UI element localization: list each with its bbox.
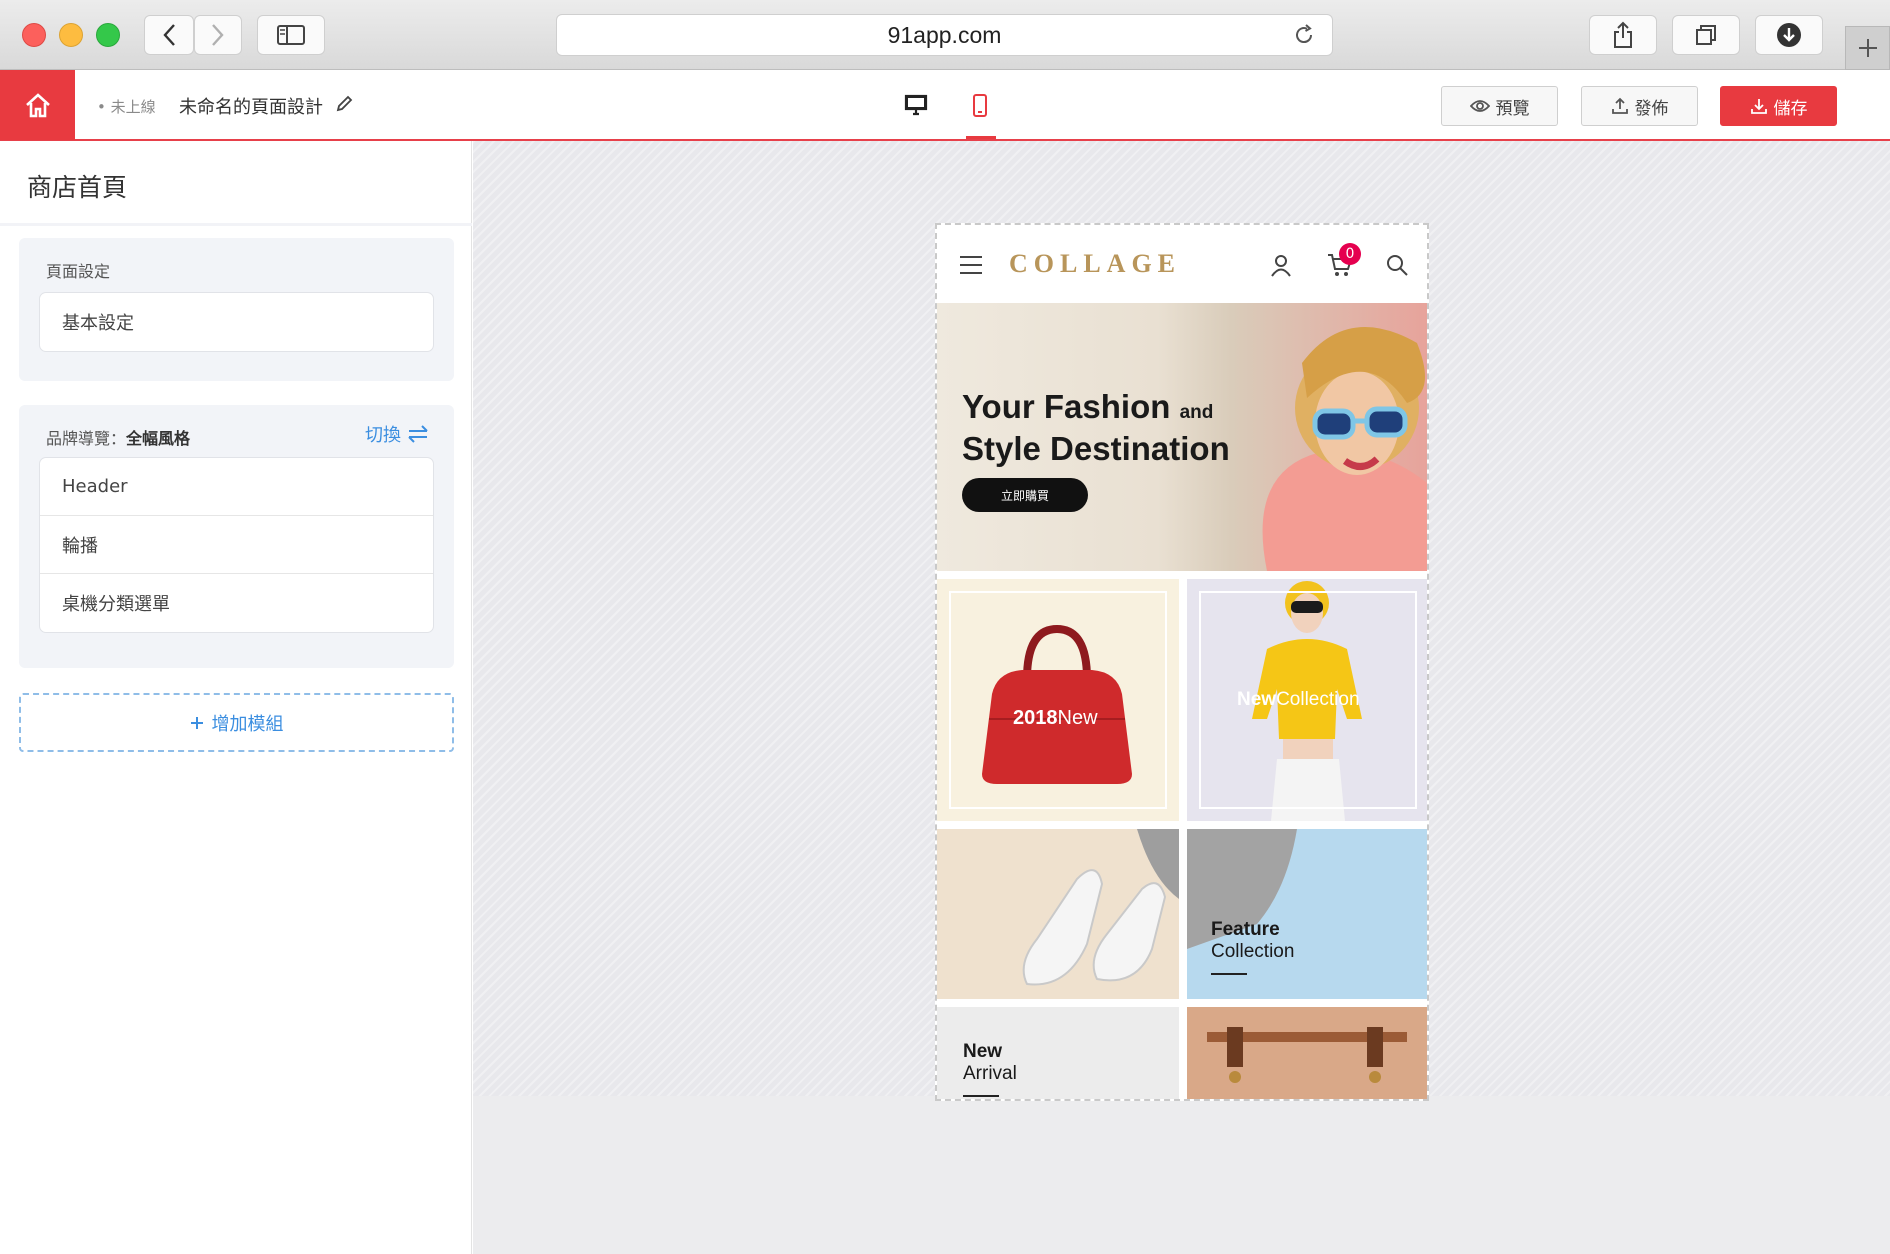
brand-nav-style: 全幅風格 (126, 429, 191, 448)
zoom-window-button[interactable] (96, 23, 120, 47)
page-name: 未命名的頁面設計 (179, 97, 323, 118)
edit-name-icon[interactable] (336, 94, 354, 116)
sidebar-icon (277, 25, 305, 45)
sidebar: 商店首頁 頁面設定 基本設定 品牌導覽：全幅風格 切換 Header 輪播 桌機… (0, 141, 472, 1254)
preview-header: COLLAGE 0 (937, 225, 1427, 303)
promo-tile-2018-new[interactable]: 2018New (937, 579, 1179, 821)
hero-title: Your Fashion and Style Destination (962, 389, 1230, 467)
page-settings-card: 基本設定 (39, 292, 434, 352)
search-icon[interactable] (1385, 253, 1409, 281)
chevron-right-icon (212, 24, 224, 46)
hero-line-1: Your Fashion (962, 388, 1171, 425)
downloads-button[interactable] (1755, 15, 1823, 55)
promo-tile-leather-bag[interactable] (1187, 1007, 1427, 1099)
tile-label-light: Arrival (963, 1063, 1017, 1084)
mobile-preview[interactable]: COLLAGE 0 Your Fashion and Style Destina… (935, 223, 1429, 1101)
divider (0, 223, 472, 226)
forward-button[interactable] (194, 15, 242, 55)
sidebar-toggle-button[interactable] (257, 15, 325, 55)
address-bar[interactable]: 91app.com (556, 14, 1333, 56)
tile-feature-collection-label: Feature Collection (1211, 919, 1294, 963)
shop-now-button[interactable]: 立即購買 (962, 478, 1088, 512)
browser-toolbar: 91app.com (0, 0, 1890, 70)
tile-label-light: New (1057, 707, 1098, 729)
canvas-footer (473, 1096, 1890, 1254)
preview-label: 預覽 (1495, 98, 1530, 119)
brand-nav-panel: 品牌導覽：全幅風格 切換 Header 輪播 桌機分類選單 (19, 405, 454, 668)
publish-status: • 未上線 (97, 98, 156, 116)
page-settings-panel: 頁面設定 基本設定 (19, 238, 454, 381)
menu-icon[interactable] (959, 255, 983, 279)
switch-style-button[interactable]: 切換 (365, 421, 429, 447)
add-module-button[interactable]: 增加模組 (19, 693, 454, 752)
hero-and: and (1179, 402, 1214, 423)
publish-button[interactable]: 發佈 (1581, 86, 1698, 126)
switch-label: 切換 (365, 425, 401, 446)
mobile-view-icon[interactable] (972, 94, 988, 122)
eye-icon (1469, 100, 1490, 112)
promo-tile-new-arrival[interactable]: New Arrival (937, 1007, 1179, 1099)
tile-new-collection-label: NewCollection (1237, 689, 1360, 711)
close-window-button[interactable] (22, 23, 46, 47)
module-item-desktop-category-menu[interactable]: 桌機分類選單 (40, 574, 433, 632)
brand-nav-card: Header 輪播 桌機分類選單 (39, 457, 434, 633)
editor-header: • 未上線 未命名的頁面設計 預覽 發佈 儲存 (0, 70, 1890, 141)
sneakers-image (1022, 829, 1179, 986)
underline-accent (963, 1095, 999, 1097)
save-label: 儲存 (1773, 98, 1808, 119)
tabs-icon (1696, 25, 1716, 45)
plus-icon (1858, 39, 1877, 57)
tile-label-bold: New (1237, 689, 1277, 710)
user-icon[interactable] (1269, 253, 1293, 281)
sidebar-title: 商店首頁 (27, 173, 128, 202)
cart-count-badge: 0 (1339, 243, 1361, 265)
underline-accent (1211, 973, 1247, 975)
basic-settings-item[interactable]: 基本設定 (40, 293, 433, 351)
home-icon (25, 93, 50, 118)
back-button[interactable] (144, 15, 194, 55)
url-text: 91app.com (887, 21, 1002, 48)
tabs-overview-button[interactable] (1672, 15, 1740, 55)
save-button[interactable]: 儲存 (1720, 86, 1837, 126)
page-settings-label: 頁面設定 (46, 262, 111, 281)
promo-tile-new-collection[interactable]: NewCollection (1187, 579, 1427, 821)
browser-window: 91app.com • 未上線 未命名的頁面設計 預覽 發佈 儲存 商店首頁 頁… (0, 0, 1890, 1254)
preview-button[interactable]: 預覽 (1441, 86, 1558, 126)
module-item-header[interactable]: Header (40, 458, 433, 516)
tile-label-light: Collection (1276, 689, 1360, 710)
reload-icon[interactable] (1292, 23, 1316, 53)
tile-2018-new-label: 2018New (1013, 707, 1098, 730)
brand-nav-label-text: 品牌導覽： (46, 429, 127, 448)
hero-model-image (1262, 327, 1427, 571)
tile-label-bold: New (963, 1041, 1003, 1062)
tile-label-bold: Feature (1211, 919, 1280, 940)
desktop-view-icon[interactable] (904, 94, 928, 120)
tile-label-light: Collection (1211, 941, 1295, 962)
tile-label-bold: 2018 (1013, 707, 1058, 729)
minimize-window-button[interactable] (59, 23, 83, 47)
hero-banner[interactable]: Your Fashion and Style Destination 立即購買 (937, 303, 1427, 571)
promo-tile-feature-collection[interactable]: Feature Collection (1187, 829, 1427, 999)
module-item-carousel[interactable]: 輪播 (40, 516, 433, 574)
publish-label: 發佈 (1634, 98, 1669, 119)
leather-bag-image (1187, 1007, 1427, 1099)
download-icon (1777, 23, 1801, 47)
active-device-indicator (966, 136, 996, 139)
new-tab-button[interactable] (1845, 26, 1890, 70)
hero-line-2: Style Destination (962, 430, 1230, 467)
chevron-left-icon (163, 24, 175, 46)
share-icon (1614, 21, 1632, 48)
home-button[interactable] (0, 70, 75, 140)
promo-tile-sneakers[interactable] (937, 829, 1179, 999)
upload-icon (1611, 97, 1628, 114)
tile-new-arrival-label: New Arrival (963, 1041, 1017, 1085)
share-button[interactable] (1589, 15, 1657, 55)
brand-nav-label: 品牌導覽：全幅風格 (46, 425, 190, 449)
download-icon (1750, 99, 1767, 114)
plus-icon (190, 716, 203, 729)
swap-icon (408, 425, 428, 443)
add-module-label: 增加模組 (211, 713, 284, 735)
brand-logo[interactable]: COLLAGE (1009, 249, 1181, 279)
